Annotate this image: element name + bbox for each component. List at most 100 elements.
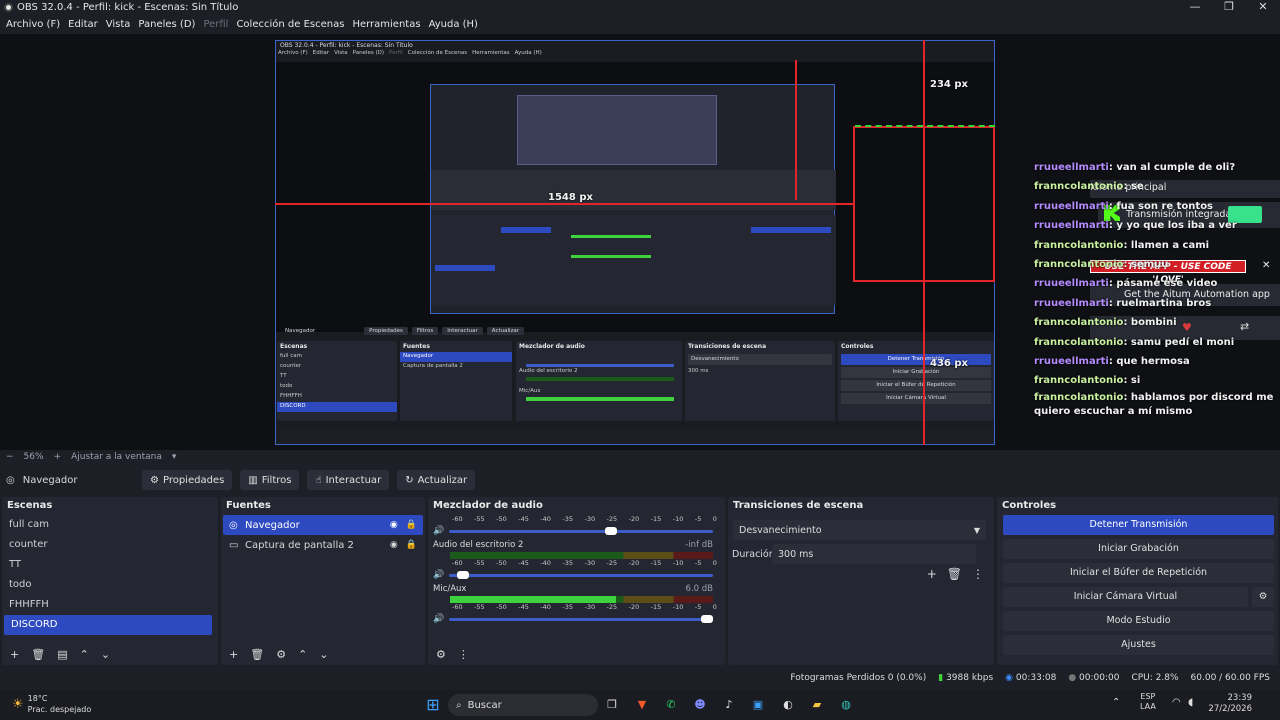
edge-icon[interactable]: ◍ [836,695,856,715]
add-icon[interactable]: + [927,567,937,581]
volume-knob[interactable] [701,614,713,623]
search-icon: ⌕ [456,699,462,711]
minimize-button[interactable]: — [1178,0,1212,14]
scene-item-tt[interactable]: TT [2,555,214,575]
start-virtual-cam-button[interactable]: Iniciar Cámara Virtual [1003,587,1248,607]
chevron-down-icon[interactable]: ⌄ [319,648,328,661]
stop-stream-button[interactable]: Detener Transmisión [1003,515,1274,535]
speaker-icon[interactable]: 🔊 [433,526,444,536]
settings-button[interactable]: Ajustes [1003,635,1274,655]
filter-icon: ▥ [248,474,258,486]
guide-line [795,60,797,200]
start-replay-buffer-button[interactable]: Iniciar el Búfer de Repetición [1003,563,1274,583]
menu-archivo[interactable]: Archivo (F) [2,19,64,30]
menu-coleccion[interactable]: Colección de Escenas [232,19,348,30]
trash-icon[interactable]: 🗑 [250,648,264,661]
volume-row: 🔊 [428,526,725,536]
obs-taskbar-icon[interactable]: ◐ [778,695,798,715]
filters-button[interactable]: ▥ Filtros [240,470,300,490]
more-icon[interactable]: ⋮ [972,567,984,581]
chevron-down-icon[interactable]: ⌄ [101,648,110,661]
close-button[interactable]: ✕ [1246,0,1280,14]
scene-item-full-cam[interactable]: full cam [2,515,214,535]
speaker-icon[interactable]: ◖ [1188,697,1193,708]
chat-username: rruueellmarti [1034,200,1109,212]
windows-start-icon[interactable]: ⊞ [423,695,443,715]
lang-code: ESP [1140,692,1156,701]
add-icon[interactable]: + [10,648,19,661]
maximize-button[interactable]: ❐ [1212,0,1246,14]
source-label: Navegador [245,519,300,531]
speaker-icon[interactable]: 🔊 [433,614,444,624]
add-icon[interactable]: + [229,648,238,661]
menu-perfil[interactable]: Perfil [199,19,232,30]
gear-icon[interactable]: ⚙ [276,648,286,661]
virtual-cam-settings-icon[interactable]: ⚙ [1252,587,1274,607]
menu-herramientas[interactable]: Herramientas [348,19,424,30]
volume-knob[interactable] [605,526,618,535]
taskbar-search[interactable]: ⌕ Buscar [448,694,598,716]
whatsapp-icon[interactable]: ✆ [661,695,681,715]
brave-icon[interactable]: ▼ [632,695,652,715]
discord-icon[interactable]: ☻ [690,695,710,715]
lock-icon[interactable]: 🔒 [406,540,417,550]
interact-button[interactable]: ☝ Interactuar [307,470,390,490]
mixer-channel: -60 -55 -50 -45 -40 -35 -30 -25 -20 -15 -10 -5 0 🔊 [428,515,725,536]
refresh-button[interactable]: ↻ Actualizar [397,470,476,490]
scene-item-fhhffh[interactable]: FHHFFH [2,595,214,615]
lock-icon[interactable]: 🔒 [406,520,417,530]
chevron-up-icon[interactable]: ⌃ [298,648,307,661]
properties-button[interactable]: ⚙ Propiedades [142,470,233,490]
nested-inner-meter [571,235,651,238]
gear-icon[interactable]: ⚙ [436,648,446,661]
speaker-icon[interactable]: 🔊 [433,570,444,580]
folder-icon[interactable]: ▰ [807,695,827,715]
weather-widget[interactable]: ☀ 18°C Prac. despejado [12,693,91,715]
chat-message: franncolantonio: se [1034,177,1280,196]
menu-bar: Archivo (F) Editar Vista Paneles (D) Per… [0,15,1280,33]
start-recording-button[interactable]: Iniciar Grabación [1003,539,1274,559]
trash-icon[interactable]: 🗑 [947,567,962,581]
zoom-in-icon[interactable]: + [54,452,62,462]
chevron-down-icon[interactable]: ▾ [172,452,177,462]
nested-menu: Archivo (F) Editar Vista Paneles (D) Per… [276,50,994,59]
scene-item-discord[interactable]: DISCORD [4,615,212,635]
chevron-up-icon[interactable]: ⌃ [80,648,89,661]
wifi-icon[interactable]: ◠ [1172,697,1181,708]
scene-item-todo[interactable]: todo [2,575,214,595]
menu-ayuda[interactable]: Ayuda (H) [425,19,482,30]
task-view-icon[interactable]: ❐ [602,695,622,715]
volume-slider[interactable] [449,614,713,623]
chat-overlay: rruueellmarti: van al cumple de oli? fran… [1034,158,1280,428]
trash-icon[interactable]: 🗑 [31,648,45,661]
filter-icon[interactable]: ▤ [57,648,67,661]
tiktok-icon[interactable]: ♪ [719,695,739,715]
volume-slider[interactable] [449,526,713,535]
eye-icon[interactable]: ◉ [390,540,398,550]
studio-mode-button[interactable]: Modo Estudio [1003,611,1274,631]
transition-select[interactable]: Desvanecimiento ▼ [733,520,986,540]
nested-meter [526,377,674,381]
language-indicator[interactable]: ESP LAA [1140,692,1156,712]
source-item-navegador[interactable]: ◎ Navegador ◉ 🔒 [223,515,423,535]
menu-editar[interactable]: Editar [64,19,102,30]
volume-slider[interactable] [449,570,713,579]
duration-input[interactable]: 300 ms [772,544,976,564]
window-app-icon[interactable]: ▣ [748,695,768,715]
eye-icon[interactable]: ◉ [390,520,398,530]
transitions-dock: Transiciones de escena Desvanecimiento ▼… [728,497,994,665]
zoom-out-icon[interactable]: − [6,452,14,462]
more-icon[interactable]: ⋮ [458,648,469,661]
db-tick: -30 [584,515,596,523]
menu-paneles[interactable]: Paneles (D) [134,19,199,30]
tray-chevron-up-icon[interactable]: ⌃ [1112,697,1120,708]
menu-vista[interactable]: Vista [102,19,135,30]
chat-message: rruueellmarti: van al cumple de oli? [1034,158,1280,177]
volume-knob[interactable] [456,570,469,579]
source-item-captura[interactable]: ▭ Captura de pantalla 2 ◉ 🔒 [223,535,423,555]
clock[interactable]: 23:39 27/2/2026 [1208,693,1252,715]
scene-item-counter[interactable]: counter [2,535,214,555]
chat-message: franncolantonio: si [1034,371,1280,390]
fit-window-label[interactable]: Ajustar a la ventana [71,452,162,462]
db-tick: -30 [584,559,596,567]
